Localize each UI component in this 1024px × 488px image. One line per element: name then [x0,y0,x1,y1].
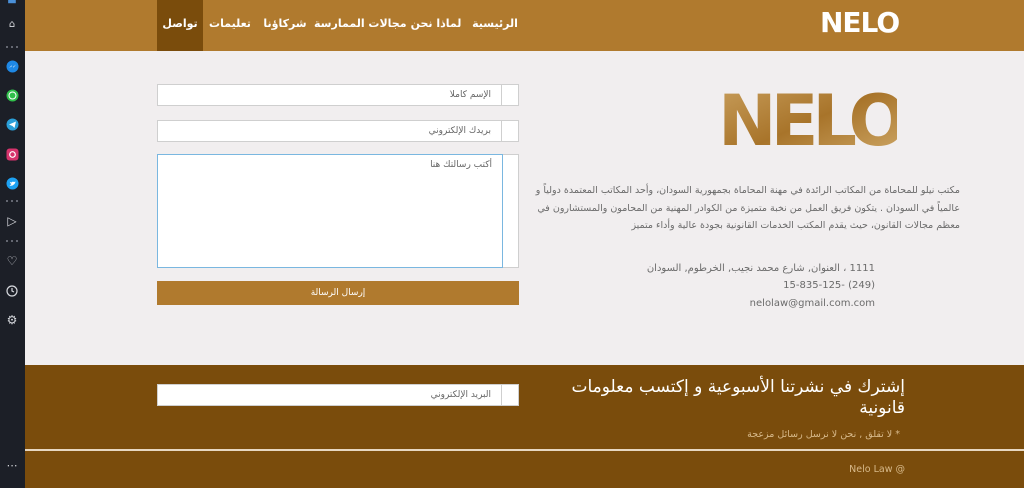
nav-why-us[interactable]: لماذا نحن [407,0,465,51]
app-icon[interactable]: ▬ [5,0,19,8]
svg-text:NELO: NELO [723,87,897,153]
site-footer: Nelo Law @ [25,451,1024,488]
heart-icon[interactable]: ♡ [5,254,19,268]
site-header: NELO الرئيسية لماذا نحن مجالات الممارسة … [25,0,1024,51]
twitter-icon[interactable] [5,176,19,190]
gear-icon[interactable]: ⚙ [5,313,19,327]
email[interactable]: nelolaw@gmail.com.com [625,298,875,309]
message-field[interactable] [157,154,519,268]
browser-sidebar: ▬ ⌂ ▷ ♡ ⚙ ⋯ [0,0,25,488]
nav-home[interactable]: الرئيسية [461,0,529,51]
send-icon[interactable]: ▷ [5,214,19,228]
nav-partners[interactable]: شركاؤنا [257,0,313,51]
about-text: مكتب نيلو للمحاماة من المكاتب الرائدة في… [535,185,960,231]
newsletter-section: إشترك في نشرتنا الأسبوعية و إكتسب معلوما… [25,365,1024,450]
telegram-icon[interactable] [5,117,19,131]
header-logo[interactable]: NELO [820,6,900,39]
home-icon[interactable]: ⌂ [5,17,19,31]
field-separator [158,121,502,141]
send-message-button[interactable]: إرسال الرسالة [157,281,519,305]
nav-contact[interactable]: تواصل [157,0,203,51]
separator-dots [6,200,18,202]
instagram-icon[interactable] [5,147,19,161]
email-field[interactable] [157,120,519,142]
address: 1111 ، العنوان, شارع محمد نجيب, الخرطوم,… [646,263,875,274]
nelo-logo: NELO [723,87,897,153]
nav-instructions[interactable]: تعليمات [204,0,256,51]
field-side [503,154,519,268]
name-field[interactable] [157,84,519,106]
whatsapp-icon[interactable] [5,88,19,102]
separator-dots [6,46,18,48]
newsletter-email-field[interactable] [157,384,519,406]
newsletter-title: إشترك في نشرتنا الأسبوعية و إكتسب معلوما… [571,377,905,418]
field-separator [158,85,502,105]
copyright: Nelo Law @ [849,464,905,475]
separator-dots [6,240,18,242]
newsletter-email-input[interactable] [158,385,501,405]
phone: (249) -15-835-125 [783,280,875,291]
contact-section: NELO مكتب نيلو للمحاماة من المكاتب الرائ… [25,51,1024,365]
field-separator [501,385,502,405]
nav-practice-areas[interactable]: مجالات الممارسة [314,0,407,51]
newsletter-note: * لا تقلق , نحن لا نرسل رسائل مزعجة [747,429,900,440]
more-icon[interactable]: ⋯ [5,458,19,472]
messenger-icon[interactable] [5,59,19,73]
clock-icon[interactable] [5,284,19,298]
message-textarea[interactable] [157,154,503,268]
